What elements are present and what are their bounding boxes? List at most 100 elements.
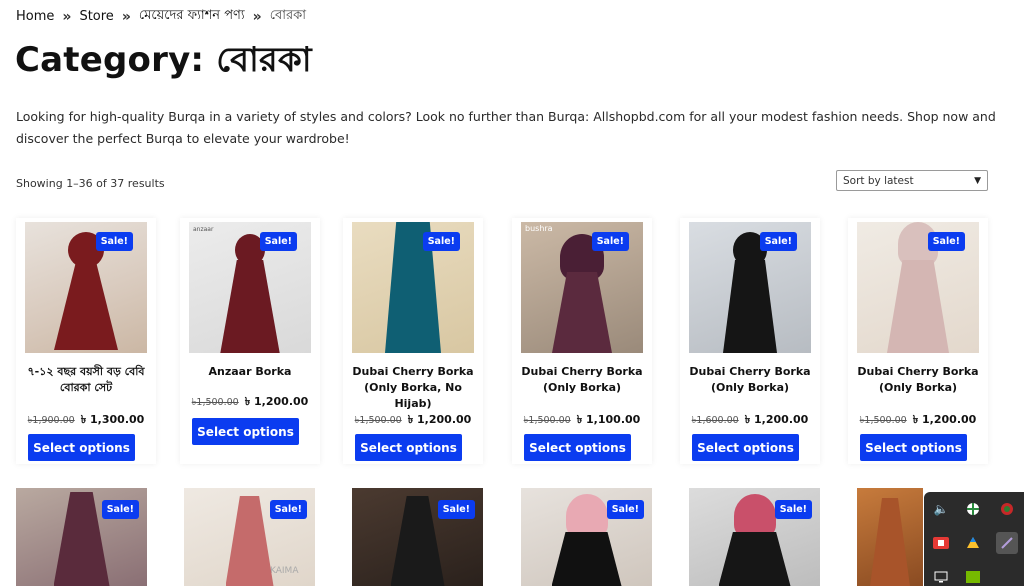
product-image[interactable]: bushra Sale!	[521, 222, 643, 353]
sale-price: ৳ 1,100.00	[576, 413, 641, 426]
product-image[interactable]: Sale!	[521, 488, 652, 586]
pen-icon[interactable]	[996, 532, 1018, 554]
gpu-icon	[966, 571, 980, 583]
breadcrumb-separator: »	[62, 8, 72, 25]
old-price: ৳1,900.00	[27, 415, 75, 426]
sale-price: ৳ 1,200.00	[244, 395, 309, 408]
product-card[interactable]: anzaar Sale! Anzaar Borka ৳1,500.00 ৳ 1,2…	[180, 218, 320, 464]
old-price: ৳1,500.00	[191, 397, 239, 408]
drive-icon[interactable]	[962, 532, 984, 554]
old-price: ৳1,600.00	[691, 415, 739, 426]
product-card[interactable]: Sale! Dubai Cherry Borka (Only Borka) ৳1…	[848, 218, 988, 464]
select-options-button[interactable]: Select options	[692, 434, 799, 461]
image-brand-watermark: anzaar	[193, 226, 214, 233]
sale-price: ৳ 1,300.00	[80, 413, 145, 426]
product-image[interactable]: Sale!	[689, 488, 820, 586]
select-options-button[interactable]: Select options	[28, 434, 135, 461]
product-image[interactable]	[857, 488, 923, 586]
sale-badge: Sale!	[422, 232, 460, 251]
product-card[interactable]: Sale! ৭-১২ বছর বয়সী বড় বেবি বোরকা সেট …	[16, 218, 156, 464]
product-image[interactable]: Sale!	[16, 488, 147, 586]
breadcrumb-store-link[interactable]: Store	[79, 9, 113, 24]
select-options-button[interactable]: Select options	[860, 434, 967, 461]
product-photo-subject	[565, 494, 608, 538]
drive-triangle-icon	[967, 537, 979, 548]
chevron-down-icon: ▼	[974, 175, 981, 186]
product-image[interactable]: Sale!	[689, 222, 811, 353]
monitor-icon	[934, 571, 948, 583]
old-price: ৳1,500.00	[523, 415, 571, 426]
product-photo-subject	[54, 260, 118, 350]
product-photo-subject	[733, 494, 776, 538]
image-brand-watermark: bushra	[525, 224, 553, 233]
product-photo-subject	[390, 496, 445, 586]
video-icon	[933, 537, 949, 549]
app-icon	[1001, 503, 1013, 515]
product-name[interactable]: Dubai Cherry Borka (Only Borka)	[512, 364, 652, 396]
product-price: ৳1,500.00 ৳ 1,200.00	[343, 411, 483, 430]
breadcrumb: Home » Store » মেয়েদের ফ্যাশন পণ্য » বো…	[16, 6, 306, 27]
product-photo-subject	[870, 498, 910, 586]
product-image[interactable]: Sale!	[352, 222, 474, 353]
stylus-icon	[1001, 537, 1013, 549]
sale-price: ৳ 1,200.00	[744, 413, 809, 426]
select-options-button[interactable]: Select options	[355, 434, 462, 461]
product-name[interactable]: Dubai Cherry Borka (Only Borka, No Hijab…	[343, 364, 483, 412]
record-app-icon[interactable]	[930, 532, 952, 554]
product-price: ৳1,900.00 ৳ 1,300.00	[16, 411, 156, 430]
sale-badge: Sale!	[259, 232, 297, 251]
nvidia-icon[interactable]	[962, 566, 984, 586]
product-card[interactable]: Sale! Dubai Cherry Borka (Only Borka, No…	[343, 218, 483, 464]
sale-badge: Sale!	[591, 232, 629, 251]
product-price: ৳1,500.00 ৳ 1,100.00	[512, 411, 652, 430]
product-photo-subject	[225, 496, 274, 586]
product-price: ৳1,600.00 ৳ 1,200.00	[680, 411, 820, 430]
product-photo-subject	[718, 532, 791, 586]
product-image[interactable]: KAIMA Sale!	[184, 488, 315, 586]
product-photo-subject	[887, 260, 949, 353]
product-name[interactable]: Anzaar Borka	[180, 364, 320, 380]
product-card[interactable]: bushra Sale! Dubai Cherry Borka (Only Bo…	[512, 218, 652, 464]
network-app-icon[interactable]	[996, 498, 1018, 520]
sale-badge: Sale!	[101, 500, 139, 519]
security-shield-icon[interactable]	[962, 498, 984, 520]
category-description: Looking for high-quality Burqa in a vari…	[16, 109, 996, 146]
result-count: Showing 1–36 of 37 results	[16, 177, 165, 190]
sale-badge: Sale!	[606, 500, 644, 519]
sort-selected-value: Sort by latest	[843, 174, 914, 187]
sale-badge: Sale!	[774, 500, 812, 519]
breadcrumb-separator: »	[252, 8, 262, 25]
breadcrumb-current: বোরকা	[269, 8, 306, 23]
select-options-button[interactable]: Select options	[192, 418, 299, 445]
sale-badge: Sale!	[269, 500, 307, 519]
old-price: ৳1,500.00	[859, 415, 907, 426]
product-name[interactable]: Dubai Cherry Borka (Only Borka)	[680, 364, 820, 396]
product-image[interactable]: Sale!	[352, 488, 483, 586]
sale-price: ৳ 1,200.00	[407, 413, 472, 426]
product-name[interactable]: ৭-১২ বছর বয়সী বড় বেবি বোরকা সেট	[16, 364, 156, 396]
product-image[interactable]: Sale!	[857, 222, 979, 353]
product-photo-subject	[220, 260, 280, 353]
sale-badge: Sale!	[759, 232, 797, 251]
breadcrumb-parent-link[interactable]: মেয়েদের ফ্যাশন পণ্য	[139, 6, 245, 27]
image-brand-watermark: KAIMA	[270, 566, 299, 576]
product-photo-subject	[723, 260, 777, 353]
sale-price: ৳ 1,200.00	[912, 413, 977, 426]
breadcrumb-home-link[interactable]: Home	[16, 9, 54, 24]
product-card[interactable]: Sale! Dubai Cherry Borka (Only Borka) ৳1…	[680, 218, 820, 464]
speaker-icon[interactable]: 🔈	[930, 498, 952, 520]
product-image[interactable]: Sale!	[25, 222, 147, 353]
old-price: ৳1,500.00	[354, 415, 402, 426]
display-icon[interactable]	[930, 566, 952, 586]
sale-badge: Sale!	[437, 500, 475, 519]
sort-select[interactable]: Sort by latest ▼	[836, 170, 988, 191]
system-tray-popup: 🔈	[924, 492, 1024, 586]
product-price: ৳1,500.00 ৳ 1,200.00	[180, 393, 320, 412]
product-price: ৳1,500.00 ৳ 1,200.00	[848, 411, 988, 430]
select-options-button[interactable]: Select options	[524, 434, 631, 461]
product-photo-subject	[551, 532, 622, 586]
product-name[interactable]: Dubai Cherry Borka (Only Borka)	[848, 364, 988, 396]
breadcrumb-separator: »	[121, 8, 131, 25]
sale-badge: Sale!	[95, 232, 133, 251]
product-image[interactable]: anzaar Sale!	[189, 222, 311, 353]
